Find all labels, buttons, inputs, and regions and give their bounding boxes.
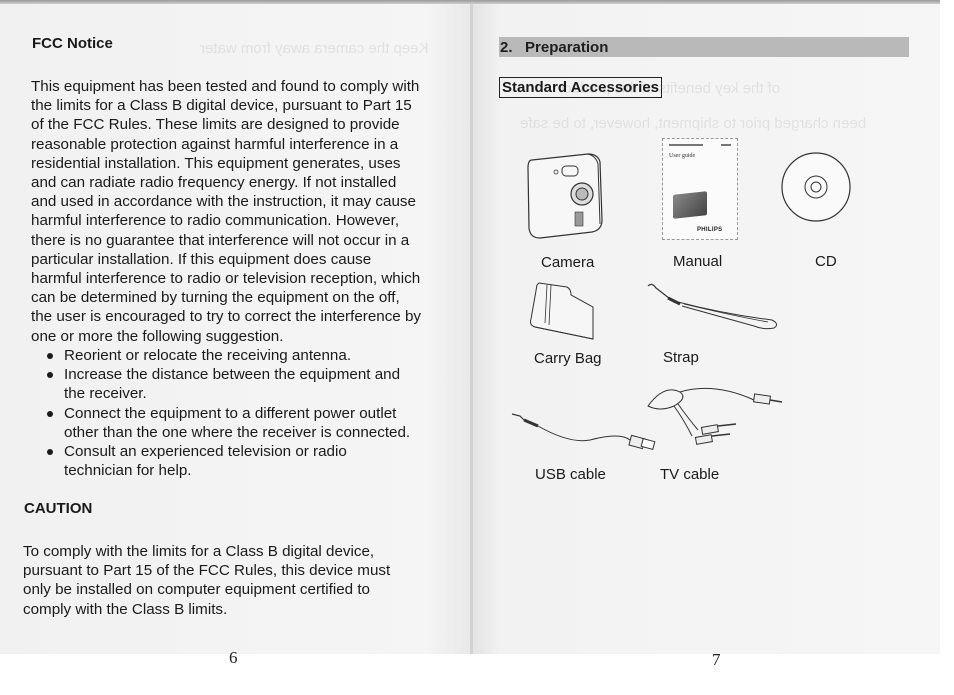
- paragraph-line: comply with the Class B limits.: [23, 600, 228, 618]
- accessory-label-manual: Manual: [673, 253, 723, 270]
- tv-cable-icon: [647, 387, 783, 445]
- section-title: 2. Preparation: [500, 39, 609, 56]
- suggestion-line: Reorient or relocate the receiving anten…: [64, 347, 352, 364]
- paragraph-line: can be determined by turning the equipme…: [31, 289, 400, 307]
- suggestion-line: the receiver.: [64, 385, 147, 403]
- suggestion-item: Consult an experienced television or rad…: [44, 442, 444, 480]
- scan-right-margin: [940, 0, 954, 695]
- paragraph-line: of the FCC Rules. These limits are desig…: [31, 116, 400, 134]
- accessory-label-tv-cable: TV cable: [660, 466, 720, 483]
- subsection-title: Standard Accessories: [499, 77, 663, 98]
- carry-bag-icon: [530, 282, 594, 340]
- caution-paragraph: To comply with the limits for a Class B …: [23, 542, 443, 619]
- suggestion-item: Reorient or relocate the receiving anten…: [44, 346, 444, 365]
- accessory-label-strap: Strap: [663, 349, 699, 366]
- scan-bottom-margin: [0, 654, 954, 695]
- suggestion-list: Reorient or relocate the receiving anten…: [44, 346, 444, 480]
- page-number-right: 7: [712, 650, 721, 669]
- page-number-left: 6: [229, 648, 238, 667]
- camera-icon: [527, 153, 603, 239]
- paragraph-line: one or more the following suggestion.: [31, 327, 284, 345]
- manual-header-mark: [721, 144, 731, 146]
- fcc-notice-paragraph: This equipment has been tested and found…: [31, 77, 451, 346]
- accessory-label-usb-cable: USB cable: [535, 466, 606, 483]
- cd-icon: [781, 152, 851, 222]
- bullet-icon: [47, 449, 53, 456]
- paragraph-line: there is no guarantee that interference …: [31, 231, 410, 249]
- paragraph-line: and can radiate radio frequency energy. …: [31, 174, 397, 192]
- suggestion-item: Increase the distance between the equipm…: [44, 365, 444, 403]
- paragraph-line: only be installed on computer equipment …: [23, 581, 370, 599]
- fcc-notice-heading: FCC Notice: [32, 35, 113, 52]
- paragraph-line: the user is encouraged to try to correct…: [31, 308, 422, 326]
- paragraph-line: residential installation. This equipment…: [31, 154, 401, 172]
- accessory-label-camera: Camera: [541, 254, 595, 271]
- manual-camera-image: [673, 191, 707, 219]
- suggestion-item: Connect the equipment to a different pow…: [44, 404, 444, 442]
- suggestion-line: Connect the equipment to a different pow…: [64, 404, 397, 422]
- manual-brand: PHILIPS: [697, 227, 723, 233]
- bullet-icon: [47, 410, 53, 417]
- suggestion-line: technician for help.: [64, 462, 192, 480]
- accessory-label-cd: CD: [815, 253, 837, 270]
- paragraph-line: harmful interference to radio communicat…: [31, 212, 400, 230]
- paragraph-line: and used in accordance with the instruct…: [31, 193, 416, 211]
- caution-heading: CAUTION: [24, 500, 93, 517]
- paragraph-line: To comply with the limits for a Class B …: [23, 543, 375, 560]
- manual-header-line: [669, 144, 703, 146]
- bullet-icon: [47, 353, 53, 359]
- suggestion-line: other than the one where the receiver is…: [64, 423, 411, 441]
- accessory-label-carry-bag: Carry Bag: [534, 350, 602, 367]
- paragraph-line: This equipment has been tested and found…: [31, 78, 420, 95]
- strap-icon: [647, 283, 778, 330]
- paragraph-line: reasonable protection against harmful in…: [31, 135, 399, 153]
- paragraph-line: pursuant to Part 15 of the FCC Rules, th…: [23, 562, 391, 580]
- paragraph-line: particular installation. If this equipme…: [31, 250, 372, 268]
- suggestion-line: Consult an experienced television or rad…: [64, 443, 347, 461]
- bullet-icon: [47, 372, 53, 379]
- suggestion-line: Increase the distance between the equipm…: [64, 366, 401, 384]
- paragraph-line: harmful interference to radio or televis…: [31, 270, 421, 288]
- book-gutter: [470, 4, 473, 654]
- manual-icon: User guide PHILIPS: [662, 138, 738, 240]
- manual-cover-title: User guide: [669, 153, 696, 159]
- usb-cable-icon: [511, 413, 656, 451]
- paragraph-line: the limits for a Class B digital device,…: [31, 97, 412, 115]
